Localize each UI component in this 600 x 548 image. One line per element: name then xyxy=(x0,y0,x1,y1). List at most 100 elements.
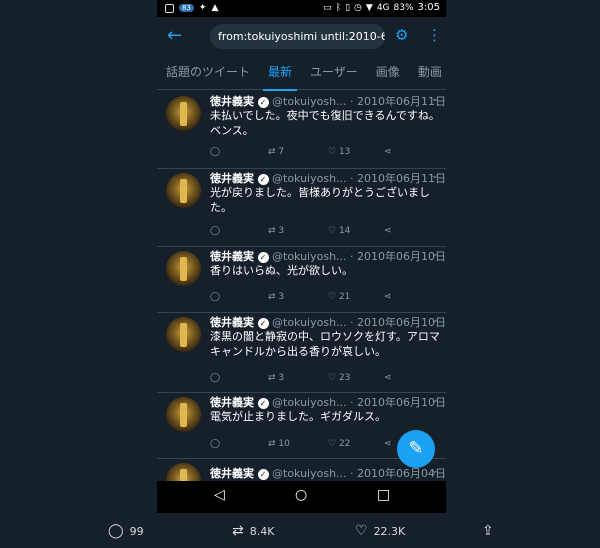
nav-home-icon[interactable]: ○ xyxy=(295,487,307,503)
chevron-down-icon[interactable]: ⌄ xyxy=(431,394,439,405)
alarm-icon: ◷ xyxy=(354,2,362,13)
vertical-dots-icon[interactable]: ⋮ xyxy=(427,26,442,44)
tab-latest[interactable]: 最新 xyxy=(259,57,301,91)
chevron-down-icon[interactable]: ⌄ xyxy=(431,314,439,325)
like-button[interactable]: ♡ 23 xyxy=(328,373,350,383)
reply-icon[interactable]: ◯ xyxy=(210,292,220,302)
verified-icon: ✓ xyxy=(257,96,269,108)
retweet-button[interactable]: ⇄ 3 xyxy=(268,226,284,236)
tweet-handle: @tokuiyosh... xyxy=(272,396,347,409)
tweet-text: 漆黒の闇と静寂の中、ロウソクを灯す。アロマキャンドルから出る香りが哀しい。 xyxy=(210,330,440,358)
sliders-icon[interactable]: ⚙ xyxy=(395,26,408,44)
android-nav-bar: ◁ ○ □ xyxy=(157,481,446,513)
share-icon[interactable]: ⋖ xyxy=(384,373,392,383)
share-icon[interactable]: ⋖ xyxy=(384,226,392,236)
tweet-item[interactable]: 徳井義実 ✓ @tokuiyosh... · 2010年06月10日 ⌄ 漆黒の… xyxy=(157,313,446,393)
image-icon xyxy=(165,3,174,13)
like-count: 22 xyxy=(338,439,351,449)
retweet-button[interactable]: ⇄ 3 xyxy=(268,292,284,302)
tweet-text: 未払いでした。夜中でも復旧できるんですね。ベンス。 xyxy=(210,109,440,137)
retweet-count: 3 xyxy=(278,226,285,236)
arrow-left-icon[interactable]: ← xyxy=(167,25,182,46)
chevron-down-icon[interactable]: ⌄ xyxy=(431,93,439,104)
nav-back-icon[interactable]: ◁ xyxy=(214,487,225,503)
verified-icon: ✓ xyxy=(257,397,269,409)
tab-images[interactable]: 画像 xyxy=(367,57,409,89)
tab-top[interactable]: 話題のツイート xyxy=(157,57,259,89)
lamp-icon: ✦ xyxy=(198,3,207,13)
like-count: 22.3K xyxy=(373,525,406,538)
cast-icon: ▭ xyxy=(323,2,332,13)
tweet-author-name[interactable]: 徳井義実 xyxy=(210,316,254,329)
share-button[interactable]: ⇪ xyxy=(482,523,500,539)
share-icon: ⇪ xyxy=(482,523,494,539)
reply-icon[interactable]: ◯ xyxy=(210,439,220,449)
tweet-author-name[interactable]: 徳井義実 xyxy=(210,467,254,480)
reply-icon: ◯ xyxy=(108,523,124,539)
reply-button[interactable]: ◯ 99 xyxy=(108,523,144,539)
tweet-text: 電気が止まりました。ギガダルス。 xyxy=(210,410,386,423)
like-button[interactable]: ♡ 22.3K xyxy=(355,523,405,539)
like-button[interactable]: ♡ 13 xyxy=(328,147,350,157)
avatar[interactable] xyxy=(166,96,201,131)
tweet-item[interactable]: 徳井義実 ✓ @tokuiyosh... · 2010年06月11日 ⌄ 光が戻… xyxy=(157,169,446,247)
tab-users[interactable]: ユーザー xyxy=(301,57,367,89)
like-button[interactable]: ♡ 21 xyxy=(328,292,350,302)
notification-count-badge: 83 xyxy=(179,4,194,12)
retweet-count: 10 xyxy=(278,439,290,449)
vibrate-icon: ▯ xyxy=(345,2,351,13)
tweet-author-name[interactable]: 徳井義実 xyxy=(210,172,254,185)
tweet-item[interactable]: 徳井義実 ✓ @tokuiyosh... · 2010年06月11日 ⌄ 未払い… xyxy=(157,92,446,169)
retweet-count: 3 xyxy=(278,373,285,383)
retweet-button[interactable]: ⇄ 10 xyxy=(268,439,290,449)
signal-label: 4G xyxy=(376,2,390,13)
retweet-count: 8.4K xyxy=(249,525,275,538)
reply-icon[interactable]: ◯ xyxy=(210,147,220,157)
search-tabs: 話題のツイート 最新 ユーザー 画像 動画 xyxy=(157,57,446,91)
like-count: 13 xyxy=(338,147,351,157)
reply-count: 99 xyxy=(129,525,144,538)
tweet-handle: @tokuiyosh... xyxy=(272,316,347,329)
verified-icon: ✓ xyxy=(257,317,269,329)
search-app-bar: ← from:tokuiyoshimi until:2010-6-... ⚙ ⋮ xyxy=(157,17,446,57)
clock: 3:05 xyxy=(417,2,440,13)
retweet-button[interactable]: ⇄ 3 xyxy=(268,373,284,383)
chevron-down-icon[interactable]: ⌄ xyxy=(431,248,439,259)
chevron-down-icon[interactable]: ⌄ xyxy=(431,170,439,181)
avatar[interactable] xyxy=(166,317,201,352)
reply-icon[interactable]: ◯ xyxy=(210,373,220,383)
tweet-handle: @tokuiyosh... xyxy=(272,250,347,263)
retweet-button[interactable]: ⇄ 8.4K xyxy=(232,523,274,539)
bluetooth-icon: ᛒ xyxy=(335,2,342,13)
share-icon[interactable]: ⋖ xyxy=(384,439,392,449)
tweet-text: 光が戻りました。皆様ありがとうございました。 xyxy=(210,186,430,214)
reply-icon[interactable]: ◯ xyxy=(210,226,220,236)
like-button[interactable]: ♡ 14 xyxy=(328,226,350,236)
wifi-icon: ▼ xyxy=(365,2,373,13)
tab-videos[interactable]: 動画 xyxy=(409,57,446,89)
status-bar: 83 ✦ ▲ ▭ ᛒ ▯ ◷ ▼ 4G 83% 3:05 xyxy=(157,0,446,17)
share-icon[interactable]: ⋖ xyxy=(384,147,392,157)
tweet-author-name[interactable]: 徳井義実 xyxy=(210,396,254,409)
like-count: 21 xyxy=(338,292,351,302)
tweet-author-name[interactable]: 徳井義実 xyxy=(210,250,254,263)
like-button[interactable]: ♡ 22 xyxy=(328,439,350,449)
retweet-button[interactable]: ⇄ 7 xyxy=(268,147,284,157)
chevron-down-icon[interactable]: ⌄ xyxy=(431,465,439,476)
compose-tweet-button[interactable]: ✎ xyxy=(397,430,435,468)
nav-recents-icon[interactable]: □ xyxy=(377,487,390,503)
like-count: 14 xyxy=(338,226,351,236)
tweet-item[interactable]: 徳井義実 ✓ @tokuiyosh... · 2010年06月10日 ⌄ 香りは… xyxy=(157,247,446,313)
avatar[interactable] xyxy=(166,397,201,432)
share-icon[interactable]: ⋖ xyxy=(384,292,392,302)
heart-icon: ♡ xyxy=(355,523,368,539)
avatar[interactable] xyxy=(166,173,201,208)
tweet-handle: @tokuiyosh... xyxy=(272,95,347,108)
search-input[interactable]: from:tokuiyoshimi until:2010-6-... xyxy=(210,24,385,49)
tweet-handle: @tokuiyosh... xyxy=(272,467,347,480)
tweet-author-name[interactable]: 徳井義実 xyxy=(210,95,254,108)
avatar[interactable] xyxy=(166,251,201,286)
tweet-text: 香りはいらぬ、光が欲しい。 xyxy=(210,264,353,277)
warning-icon: ▲ xyxy=(211,3,219,13)
tweet-stats-footer: ◯ 99 ⇄ 8.4K ♡ 22.3K ⇪ xyxy=(0,513,600,548)
